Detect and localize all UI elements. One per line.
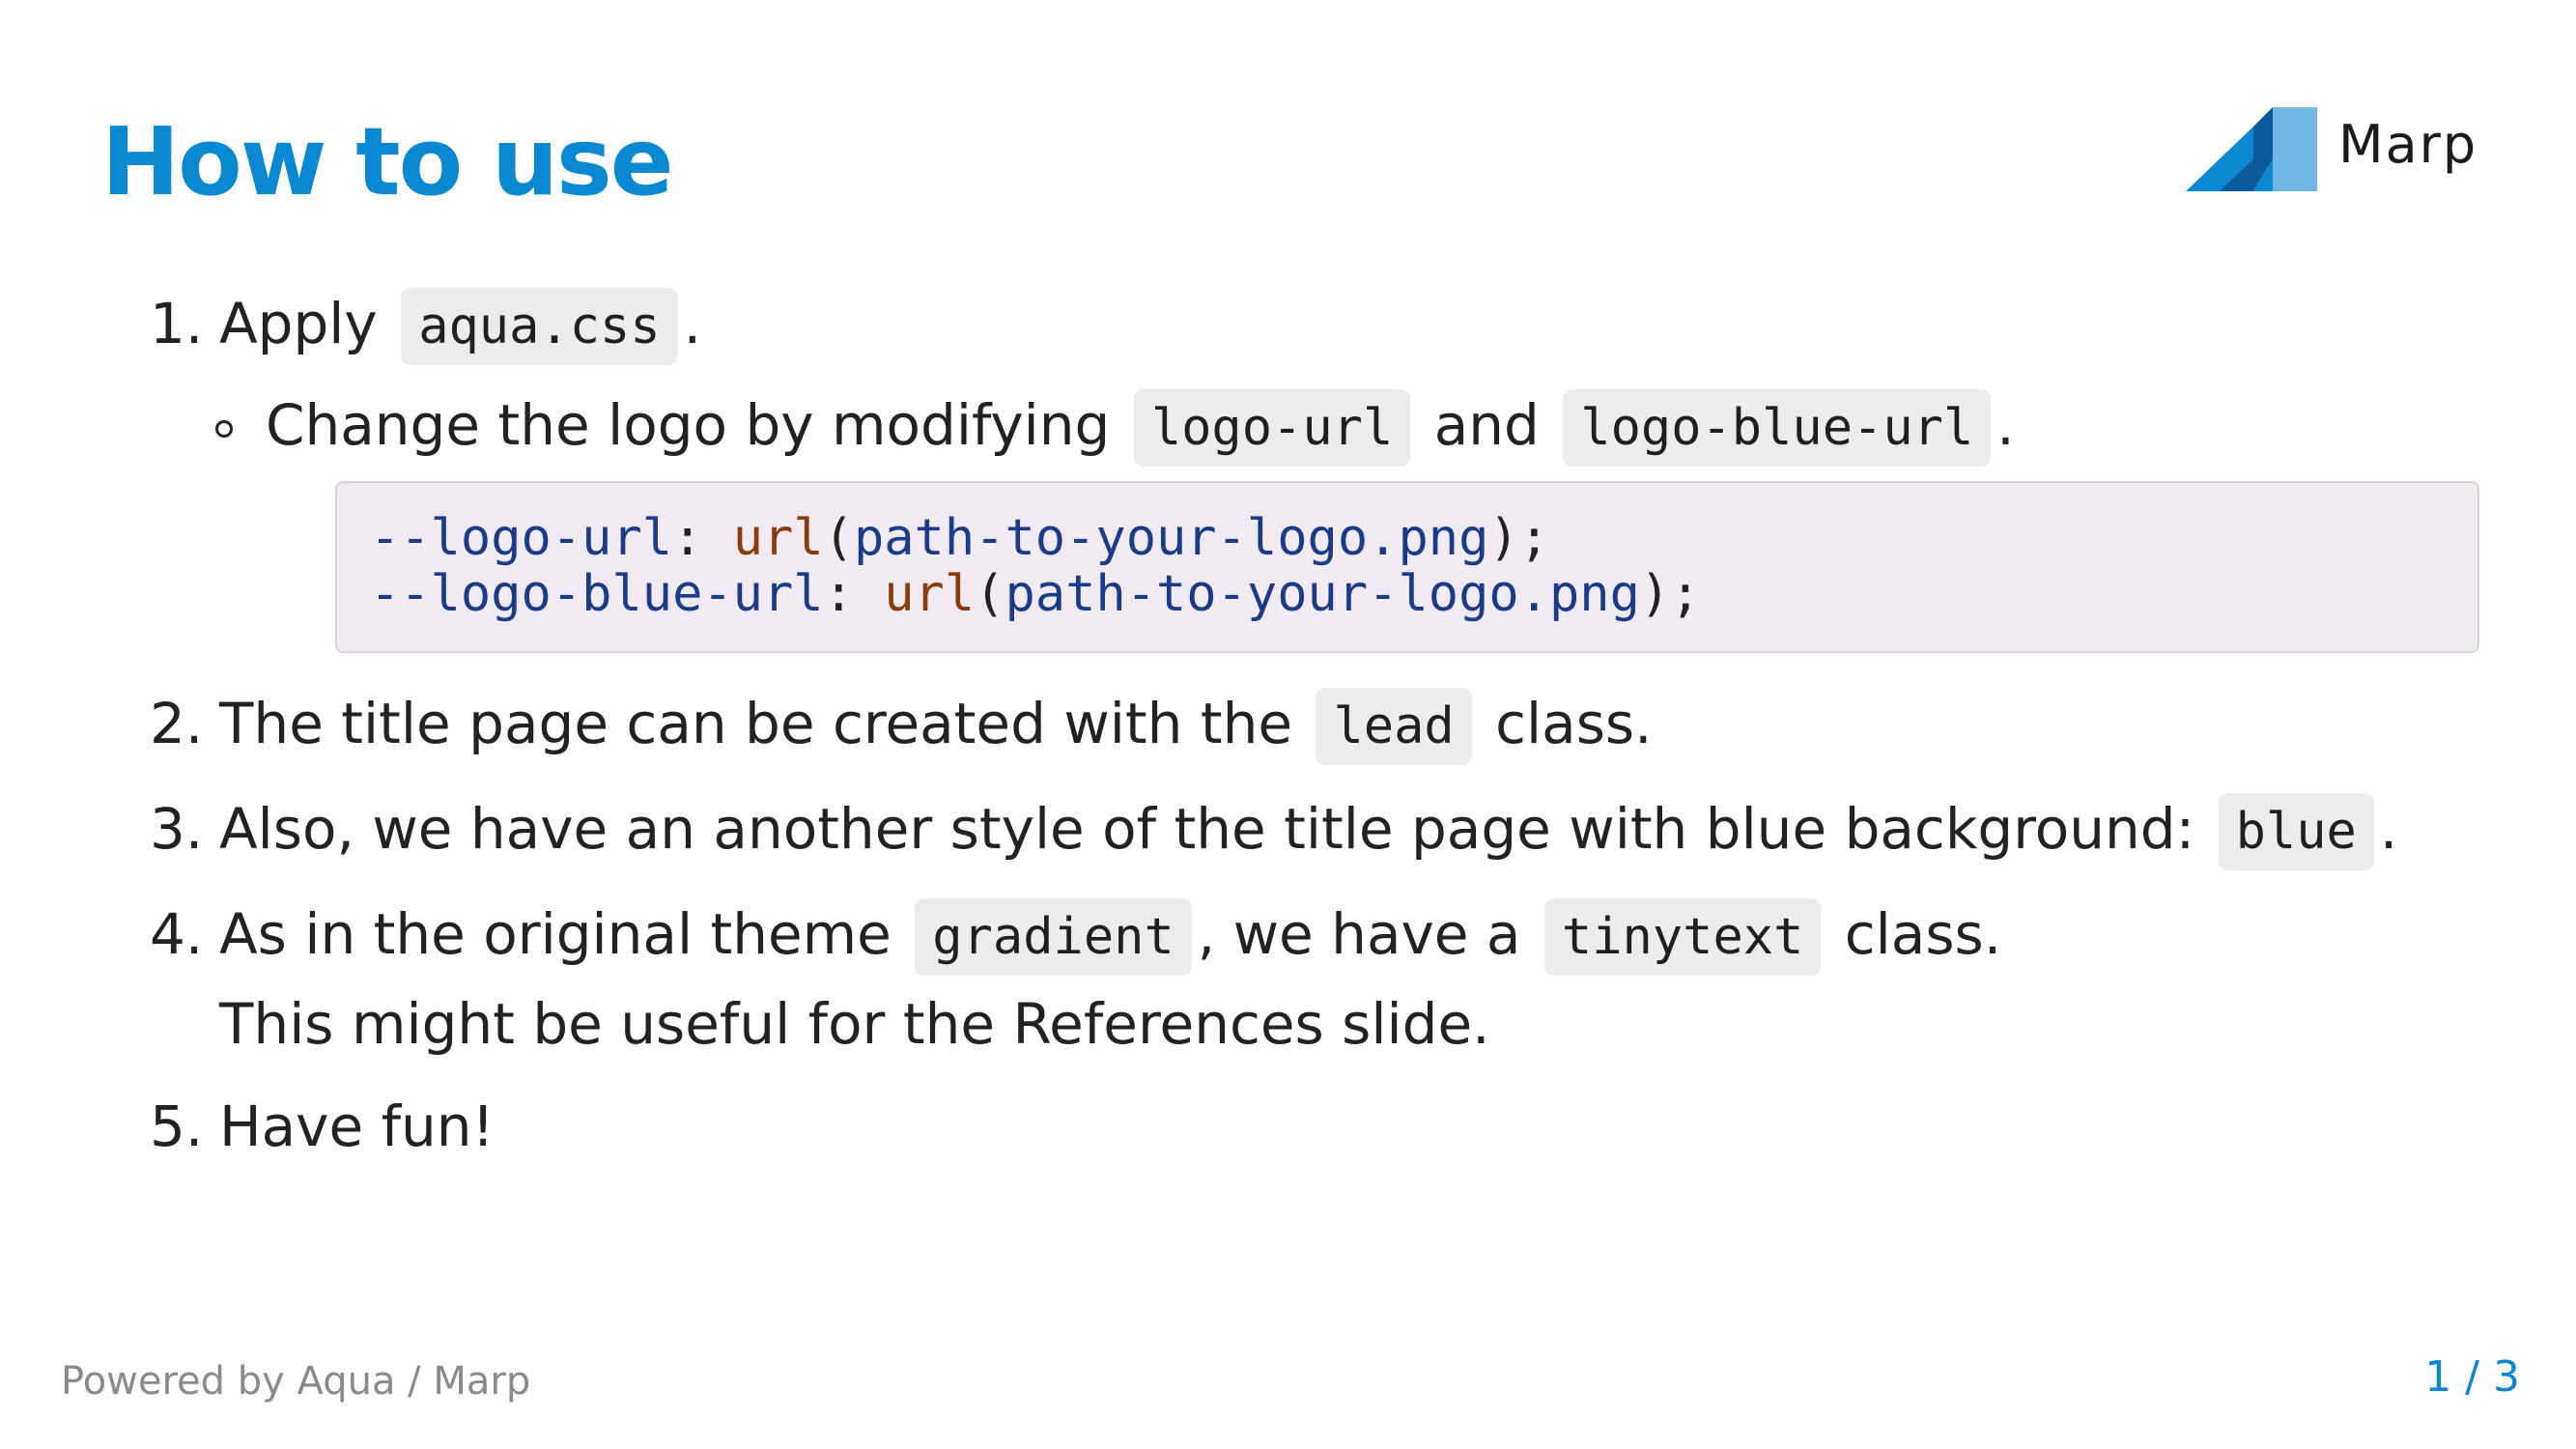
- inline-code: lead: [1316, 688, 1472, 765]
- code-punctuation: :: [672, 509, 733, 567]
- item-text: As in the original theme: [219, 901, 892, 967]
- list-item: 3. Also, we have an another style of the…: [150, 785, 2487, 875]
- item-text-continued: This might be useful for the References …: [219, 991, 1490, 1057]
- inline-code: logo-blue-url: [1563, 389, 1992, 467]
- item-text: .: [683, 291, 702, 356]
- code-punctuation: :: [823, 565, 885, 623]
- code-argument: path-to-your-logo.png: [853, 509, 1489, 567]
- inline-code: aqua.css: [401, 288, 678, 365]
- page-number: 1 / 3: [2424, 1352, 2520, 1402]
- inline-code: tinytext: [1543, 898, 1822, 976]
- code-argument: path-to-your-logo.png: [1005, 565, 1640, 623]
- circle-bullet-icon: [215, 420, 233, 438]
- code-function: url: [884, 565, 976, 623]
- inline-code: gradient: [915, 898, 1192, 976]
- item-number: 3.: [150, 796, 204, 862]
- item-number: 5.: [150, 1094, 204, 1159]
- item-text: .: [2379, 796, 2398, 862]
- code-punctuation: (: [823, 509, 854, 567]
- item-number: 4.: [150, 901, 204, 967]
- marp-logo: Marp: [2186, 104, 2476, 191]
- slide-title: How to use: [101, 107, 674, 216]
- code-function: url: [732, 509, 824, 567]
- item-number: 2.: [150, 691, 204, 756]
- marp-logo-icon: [2186, 107, 2317, 191]
- inline-code: blue: [2218, 793, 2374, 870]
- inline-code: logo-url: [1133, 389, 1411, 467]
- list-item: 1. Apply aqua.css.: [150, 280, 2487, 370]
- item-text: class.: [1495, 691, 1653, 756]
- sub-list-item: Change the logo by modifying logo-url an…: [150, 382, 2487, 471]
- sub-item-text: and: [1433, 392, 1540, 458]
- code-punctuation: );: [1639, 565, 1701, 623]
- code-property: --logo-blue-url: [370, 565, 824, 623]
- code-punctuation: );: [1488, 509, 1550, 567]
- sub-item-text: Change the logo by modifying: [266, 392, 1111, 458]
- code-punctuation: (: [975, 565, 1005, 623]
- item-text: The title page can be created with the: [219, 691, 1293, 756]
- item-text: , we have a: [1197, 901, 1521, 967]
- code-line: --logo-blue-url: url(path-to-your-logo.p…: [370, 566, 2445, 622]
- slide: How to use Marp 1. Apply aqua.css. Chang…: [0, 0, 2576, 1449]
- sub-item-text: .: [1996, 392, 2015, 458]
- item-number: 1.: [150, 291, 204, 356]
- item-text: Also, we have an another style of the ti…: [219, 796, 2195, 862]
- logo-text: Marp: [2338, 114, 2478, 175]
- item-text: Have fun!: [219, 1094, 495, 1159]
- list-item: 2. The title page can be created with th…: [150, 680, 2487, 770]
- instruction-list: 1. Apply aqua.css. Change the logo by mo…: [150, 280, 2487, 1185]
- code-property: --logo-url: [370, 509, 673, 567]
- list-item: 5. Have fun!: [150, 1083, 2487, 1170]
- footer-text: Powered by Aqua / Marp: [61, 1359, 531, 1404]
- list-item: 4. As in the original theme gradient, we…: [150, 891, 2487, 1067]
- item-text: Apply: [219, 291, 378, 356]
- code-block: --logo-url: url(path-to-your-logo.png); …: [335, 481, 2479, 653]
- code-line: --logo-url: url(path-to-your-logo.png);: [370, 510, 2445, 566]
- item-text: class.: [1844, 901, 2002, 967]
